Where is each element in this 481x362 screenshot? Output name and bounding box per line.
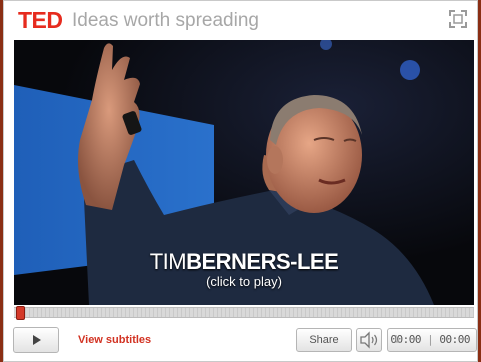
seek-bar[interactable]: [14, 306, 474, 320]
fullscreen-icon[interactable]: [447, 8, 469, 30]
video-area[interactable]: TIMBERNERS-LEE (click to play): [14, 40, 474, 305]
time-marker-icon: [395, 335, 401, 343]
play-hint: (click to play): [206, 274, 282, 289]
player-header: TED Ideas worth spreading: [4, 1, 477, 39]
duration: 00:00: [439, 333, 470, 346]
speaker-first-name: TIM: [149, 249, 187, 274]
ted-logo[interactable]: TED: [18, 8, 63, 32]
volume-icon: [360, 331, 378, 349]
view-subtitles-link[interactable]: View subtitles: [78, 334, 151, 346]
control-bar: View subtitles Share 00:00 | 00:00: [4, 321, 477, 361]
speaker-name: TIMBERNERS-LEE: [14, 250, 474, 274]
ted-video-player: TED Ideas worth spreading TIMBERNERS-LEE…: [3, 0, 478, 362]
speaker-last-name: BERNERS-LEE: [186, 249, 339, 274]
time-display: 00:00 | 00:00: [387, 328, 477, 352]
play-icon: [33, 335, 41, 345]
volume-button[interactable]: [356, 328, 382, 352]
seek-handle[interactable]: [16, 306, 25, 320]
play-button[interactable]: [13, 327, 59, 353]
video-caption: TIMBERNERS-LEE (click to play): [14, 250, 474, 290]
time-separator: |: [427, 333, 434, 346]
tagline: Ideas worth spreading: [72, 10, 259, 31]
share-button[interactable]: Share: [296, 328, 352, 352]
